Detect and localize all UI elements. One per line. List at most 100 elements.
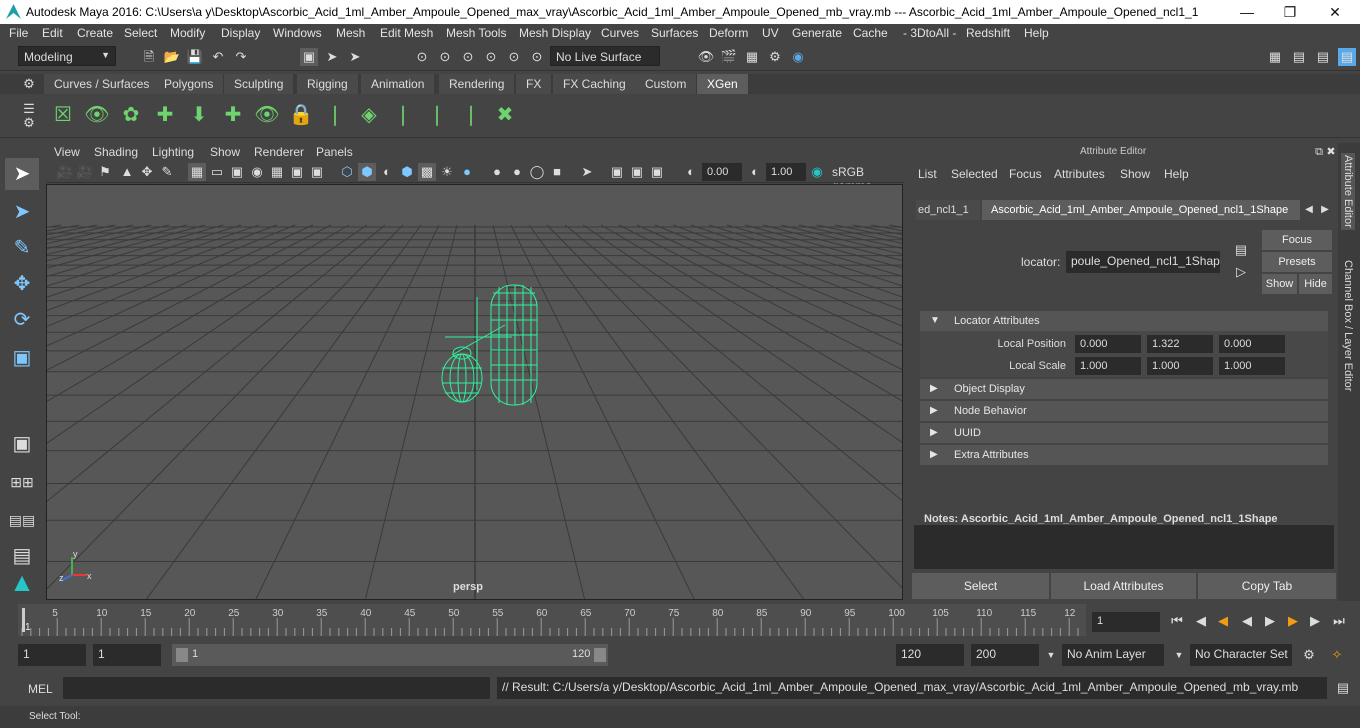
new-scene-icon[interactable]: 🗎 [140,48,158,66]
menu-curves[interactable]: Curves [601,26,639,40]
xray-icon[interactable]: ■ [548,163,566,181]
panel-menu-show[interactable]: Show [210,145,240,159]
xgen-add-guide-icon[interactable]: ✚ [150,100,180,130]
section-object-display[interactable]: ▶ Object Display [920,379,1328,399]
copy-tab-button[interactable]: Copy Tab [1198,573,1336,599]
hypershade-icon[interactable]: ◉ [789,48,807,66]
local-scale-x[interactable]: 1.000 [1075,357,1141,375]
xray-joints-icon[interactable]: ▣ [608,163,626,181]
maximize-button[interactable]: ❐ [1275,2,1305,22]
xgen-layers-icon[interactable]: ◈ [354,100,384,130]
menu-select[interactable]: Select [124,26,157,40]
go-to-start-icon[interactable]: ⏮ [1168,612,1186,630]
menu-edit-mesh[interactable]: Edit Mesh [380,26,433,40]
menu-windows[interactable]: Windows [273,26,322,40]
snap-view-icon[interactable]: ⊙ [482,48,500,66]
snap-point-icon[interactable]: ⊙ [459,48,477,66]
menu-file[interactable]: File [9,26,28,40]
output-connection-icon[interactable]: ▷ [1232,263,1250,281]
ae-menu-attributes[interactable]: Attributes [1054,167,1105,181]
resolution-gate-icon[interactable]: ▣ [228,163,246,181]
focus-button[interactable]: Focus [1262,230,1332,250]
exposure-icon[interactable]: ◐ [682,163,700,181]
xgen-groom-icon[interactable]: ❘ [388,100,418,130]
shelf-menu-icon[interactable]: ⚙ [20,75,38,93]
channel-box-side-tab[interactable]: Channel Box / Layer Editor [1341,258,1355,393]
xray-active-icon[interactable]: ▣ [628,163,646,181]
snap-edge-icon[interactable]: ⊙ [528,48,546,66]
film-gate-icon[interactable]: ▭ [208,163,226,181]
tab-sculpting[interactable]: Sculpting [224,74,295,94]
ae-menu-list[interactable]: List [918,167,937,181]
open-scene-icon[interactable]: 📂 [163,48,181,66]
current-frame-field[interactable]: 1 [1092,612,1160,632]
select-button[interactable]: Select [912,573,1049,599]
depth-of-field-icon[interactable]: ◯ [528,163,546,181]
range-handle-end[interactable] [594,648,606,662]
wireframe-icon[interactable]: ⬡ [338,163,356,181]
ae-menu-help[interactable]: Help [1164,167,1189,181]
menu-generate[interactable]: Generate [792,26,842,40]
menu-help[interactable]: Help [1024,26,1049,40]
multisample-aa-icon[interactable]: ● [508,163,526,181]
tab-curves-surfaces[interactable]: Curves / Surfaces [44,74,161,94]
ipr-render-icon[interactable]: ▦ [743,48,761,66]
snap-surface-icon[interactable]: ⊙ [505,48,523,66]
workspace-icon[interactable]: ▦ [1266,48,1284,66]
lasso-tool-icon[interactable]: ➤ [5,196,39,228]
outliner-layout-icon[interactable]: ▤▤ [5,504,39,536]
render-settings-icon[interactable]: ⚙ [766,48,784,66]
anim-layer-chevron-icon[interactable]: ▼ [1042,646,1060,664]
motion-blur-icon[interactable]: ● [488,163,506,181]
textured-icon[interactable]: ⬢ [398,163,416,181]
shelf-settings-icon[interactable]: ⚙ [20,114,38,132]
panel-menu-shading[interactable]: Shading [94,145,138,159]
isolate-select-icon[interactable]: ➤ [578,163,596,181]
bookmark-icon[interactable]: ⚑ [96,163,114,181]
input-connection-icon[interactable]: ▤ [1232,241,1250,259]
ae-menu-selected[interactable]: Selected [951,167,998,181]
animation-start-field[interactable]: 1 [18,644,86,666]
close-button[interactable]: ✕ [1320,2,1350,22]
move-tool-icon[interactable]: ✥ [5,268,39,300]
tab-scroll-right-icon[interactable]: ▶ [1316,201,1334,219]
animation-end-field[interactable]: 200 [971,644,1039,666]
render-view-icon[interactable]: 👁 [697,48,715,66]
ae-tab-transform[interactable]: ed_ncl1_1 [916,200,980,220]
menu-uv[interactable]: UV [762,26,779,40]
undo-icon[interactable]: ↶ [209,48,227,66]
grid-toggle-icon[interactable]: ▦ [188,163,206,181]
ae-menu-show[interactable]: Show [1120,167,1150,181]
render-frame-icon[interactable]: 🎬 [720,48,738,66]
xgen-editor-icon[interactable]: ☒ [48,100,78,130]
safe-title-icon[interactable]: ▣ [308,163,326,181]
live-surface-field[interactable]: No Live Surface [550,46,660,66]
ambient-occlusion-icon[interactable]: ● [458,163,476,181]
menu-edit[interactable]: Edit [42,26,63,40]
paint-select-tool-icon[interactable]: ✎ [5,232,39,264]
tab-animation[interactable]: Animation [361,74,436,94]
minimize-button[interactable]: — [1232,2,1262,22]
animation-preferences-icon[interactable]: ✧ [1328,646,1346,664]
menu-mesh[interactable]: Mesh [336,26,365,40]
tab-xgen[interactable]: XGen [697,74,749,94]
ae-menu-focus[interactable]: Focus [1009,167,1042,181]
color-management-icon[interactable]: ◉ [808,163,826,181]
shadows-icon[interactable]: ☀ [438,163,456,181]
menu-create[interactable]: Create [77,26,113,40]
load-attributes-button[interactable]: Load Attributes [1051,573,1196,599]
menu-3dtoall[interactable]: - 3DtoAll - [903,26,956,40]
local-position-z[interactable]: 0.000 [1219,335,1285,353]
rotate-tool-icon[interactable]: ⟳ [5,304,39,336]
local-position-y[interactable]: 1.322 [1147,335,1213,353]
select-by-object-icon[interactable]: ➤ [323,48,341,66]
image-plane-icon[interactable]: ▲ [118,163,136,181]
menu-cache[interactable]: Cache [853,26,888,40]
local-position-x[interactable]: 0.000 [1075,335,1141,353]
xgen-length-icon[interactable]: ❘ [456,100,486,130]
tab-fx[interactable]: FX [516,74,553,94]
xgen-preview-icon[interactable]: 👁 [82,100,112,130]
xgen-sculpt-icon[interactable]: ❘ [320,100,350,130]
section-uuid[interactable]: ▶ UUID [920,423,1328,443]
safe-action-icon[interactable]: ▣ [288,163,306,181]
